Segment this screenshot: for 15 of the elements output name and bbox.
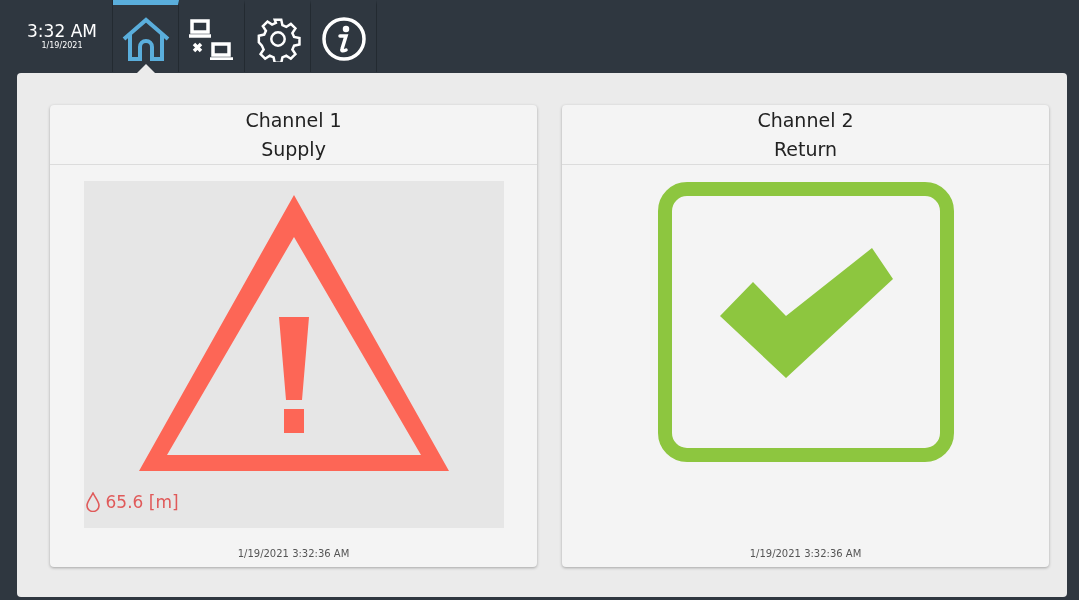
channel-subtitle: Return [773, 136, 838, 162]
network-icon [188, 17, 235, 60]
timestamp: 1/19/2021 3:32:36 AM [749, 548, 862, 559]
channel-subtitle: Supply [261, 136, 326, 162]
warning-icon [138, 195, 449, 471]
clock-time: 3:32 AM [27, 21, 97, 41]
channel-title: Channel 2 [757, 107, 854, 133]
level-reading: 65.6 [m] [105, 492, 179, 512]
checkmark-icon [657, 182, 954, 462]
droplet-icon [85, 492, 100, 512]
channel-title: Channel 1 [245, 107, 342, 133]
home-icon [120, 16, 171, 61]
timestamp: 1/19/2021 3:32:36 AM [237, 548, 350, 559]
clock-date: 1/19/2021 [41, 41, 83, 51]
info-icon [320, 15, 367, 62]
